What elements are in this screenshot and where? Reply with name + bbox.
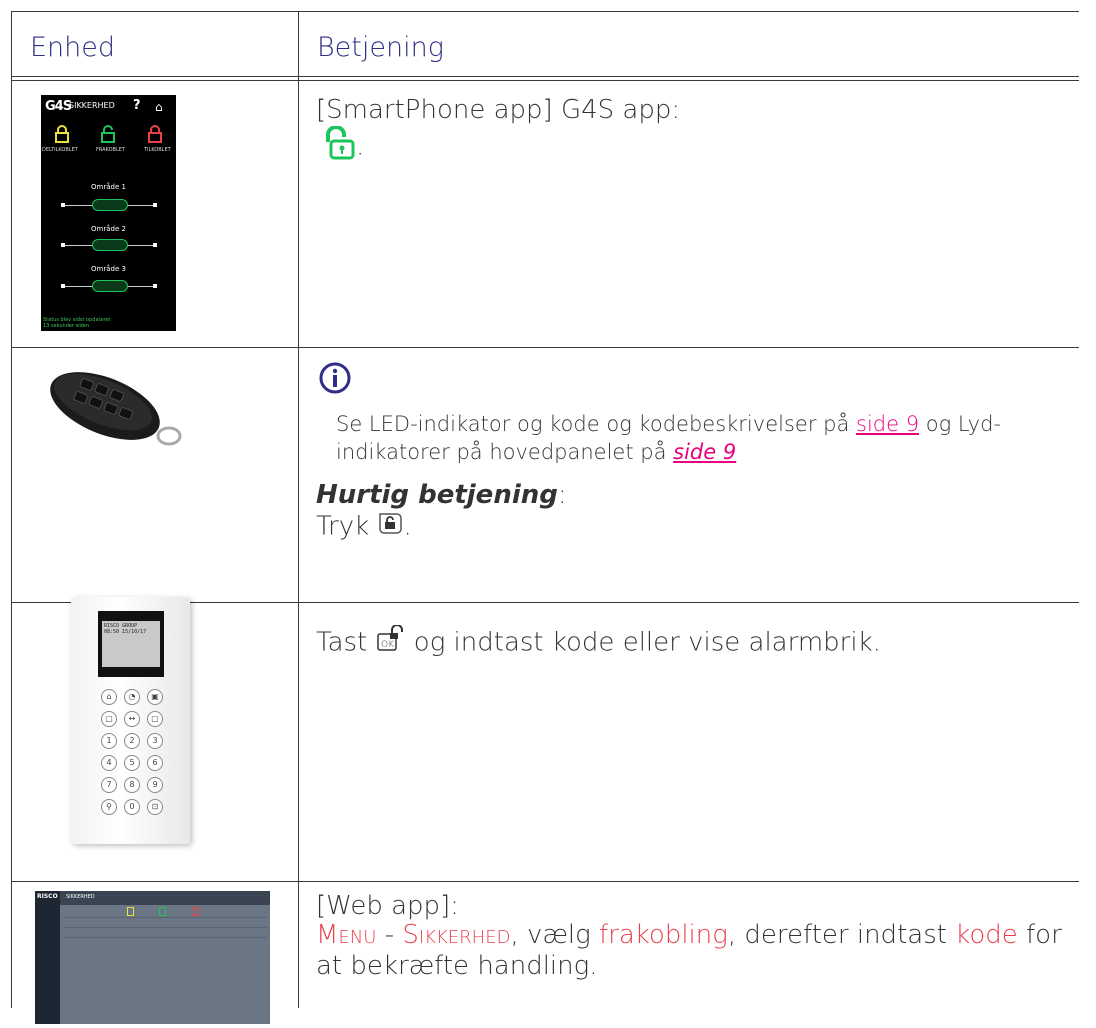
webapp-line: [Web app]:: [316, 891, 459, 921]
info-text-1: Se LED-indikator og kode og kodebeskrive…: [336, 412, 856, 436]
page-link-1[interactable]: side 9: [856, 412, 919, 436]
operation-cell-webapp: [Web app]: MENU - SIKKERHED, vælg frakob…: [298, 881, 1079, 1008]
disarmed-lock-icon: [101, 125, 115, 143]
key-6: 6: [147, 755, 163, 771]
colon: :: [557, 480, 567, 510]
tast-text: Tast: [316, 627, 376, 658]
header-operation-cell: Betjening: [298, 11, 1079, 77]
operation-cell-keypad: Tast OK og indtast kode eller vise alarm…: [298, 602, 1079, 882]
svg-text:OK: OK: [381, 640, 394, 650]
menu-M: M: [316, 920, 339, 950]
info-icon: [319, 362, 351, 398]
status-line-2: 13 sekunder siden: [43, 323, 90, 329]
home-icon: ⌂: [155, 100, 163, 114]
page-link-2[interactable]: side 9: [673, 440, 736, 464]
key-3: 3: [147, 733, 163, 749]
area-1-label: Område 1: [91, 183, 126, 191]
area-3-dot-left: [61, 284, 65, 288]
area-3-dot-right: [153, 284, 157, 288]
web-app-screenshot: RISCO SIKKERHED: [35, 891, 270, 1024]
key-user: ⚲: [101, 799, 117, 815]
web-logo: RISCO: [37, 893, 58, 900]
table-header-row: Enhed Betjening: [11, 11, 1079, 77]
unlock-icon: [322, 125, 356, 168]
header-operation: Betjening: [317, 32, 444, 63]
web-row: [63, 917, 267, 918]
menu-rest: ENU: [338, 927, 377, 948]
key-ok-unlock: ⊡: [147, 799, 163, 815]
for-text: for: [1017, 920, 1062, 950]
smartphone-app-screenshot: G4S SIKKERHED ? ⌂ DELTILKOBLET FRAKOBLET…: [41, 95, 176, 331]
web-row: [63, 927, 267, 928]
sik-S: S: [402, 920, 419, 950]
key-lock: ▣: [147, 689, 163, 705]
valg-text: , vælg: [510, 920, 600, 950]
key-9: 9: [147, 777, 163, 793]
lcd-line-2: 08:50 15/10/17: [104, 629, 147, 635]
unlock-button-icon: [377, 511, 403, 543]
dash: -: [376, 920, 403, 950]
key-2: 2: [124, 733, 140, 749]
web-arm-icon: [192, 907, 199, 916]
area-2-toggle[interactable]: [92, 239, 128, 251]
web-title: SIKKERHED: [60, 891, 270, 905]
key-8: 8: [124, 777, 140, 793]
web-partial-icon: [127, 907, 134, 916]
phone-title: SIKKERHED: [69, 101, 115, 110]
tryk-text: Tryk: [316, 511, 378, 542]
derefter-text: , derefter indtast: [727, 920, 956, 950]
label-disarmed: FRAKOBLET: [96, 147, 125, 153]
frakobling-term: frakobling: [599, 920, 728, 950]
keyfob-image: [50, 372, 182, 446]
info-text-2: og Lyd-: [919, 412, 1001, 436]
info-text-3: indikatorer på hovedpanelet på: [336, 440, 674, 464]
tast-rest: og indtast kode eller vise alarmbrik.: [405, 627, 881, 658]
status-text: Status blev sidst opdateret 13 sekunder s…: [43, 317, 111, 329]
key-f2: ↔: [124, 711, 140, 727]
web-row: [63, 937, 267, 938]
key-partial: ◔: [124, 689, 140, 705]
key-1: 1: [101, 733, 117, 749]
sik-rest: IKKERHED: [418, 927, 511, 948]
web-disarm-icon: [159, 907, 166, 916]
key-home: ⌂: [101, 689, 117, 705]
header-device-cell: Enhed: [11, 11, 299, 77]
kode-term: kode: [955, 920, 1018, 950]
area-1-dot-right: [153, 203, 157, 207]
smartphone-line: [SmartPhone app] G4S app:: [316, 95, 681, 125]
area-2-dot-right: [153, 243, 157, 247]
wall-keypad-image: RISCO GROUP 08:50 15/10/17 ⌂ ◔ ▣ ▢ ↔ ▢ 1…: [71, 597, 190, 844]
area-1-dot-left: [61, 203, 65, 207]
g4s-logo: G4S: [45, 99, 72, 114]
web-sidebar: [35, 891, 60, 1024]
area-3-label: Område 3: [91, 265, 126, 273]
key-f1: ▢: [101, 711, 117, 727]
area-1-toggle[interactable]: [92, 199, 128, 211]
tryk-period: .: [403, 511, 412, 542]
header-device: Enhed: [30, 32, 116, 63]
operation-cell-keyfob: Se LED-indikator og kode og kodebeskrive…: [298, 347, 1079, 603]
help-icon: ?: [133, 98, 141, 113]
partial-lock-icon: [55, 125, 69, 143]
key-7: 7: [101, 777, 117, 793]
key-f3: ▢: [147, 711, 163, 727]
label-partial: DELTILKOBLET: [42, 147, 78, 153]
keypad-lcd: RISCO GROUP 08:50 15/10/17: [98, 611, 164, 677]
key-4: 4: [101, 755, 117, 771]
period: .: [356, 131, 365, 162]
label-armed: TILKOBLET: [144, 147, 171, 153]
operation-cell-smartphone: [SmartPhone app] G4S app: .: [298, 80, 1079, 348]
area-3-toggle[interactable]: [92, 280, 128, 292]
key-0: 0: [124, 799, 140, 815]
armed-lock-icon: [148, 125, 162, 143]
confirm-line: at bekræfte handling.: [316, 951, 598, 981]
quick-label: Hurtig betjening: [316, 480, 558, 510]
area-2-dot-left: [61, 243, 65, 247]
key-5: 5: [124, 755, 140, 771]
area-2-label: Område 2: [91, 225, 126, 233]
ok-unlock-icon: OK: [376, 624, 406, 661]
